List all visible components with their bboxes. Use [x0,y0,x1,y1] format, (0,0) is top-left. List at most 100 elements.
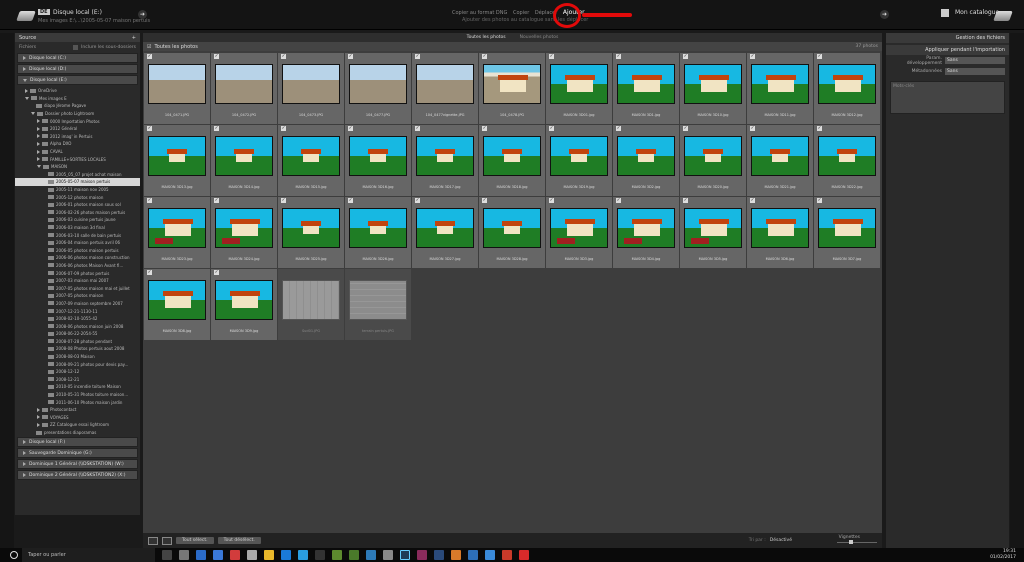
folder-item[interactable]: 2007-03 maison mai 2007 [15,277,140,285]
photos-icon[interactable] [196,550,206,560]
folder-item[interactable]: 2006-02-26 photos maison pertuis [15,209,140,217]
photo-thumbnail[interactable] [818,64,876,104]
slider-knob[interactable] [849,540,853,544]
photo-cell[interactable]: ✓ 104_0472.JPG [211,53,277,124]
photo-thumbnail[interactable] [148,136,206,176]
source-disk-icon[interactable] [16,11,36,21]
photo-checkbox[interactable]: ✓ [214,54,219,59]
folder-item[interactable]: FAMILLE+SORTIES LOCALES [15,155,140,163]
photo-cell[interactable]: ✓ MAISON 3D24.jpg [211,197,277,268]
deselect-all-button[interactable]: Tout désélect. [217,537,261,544]
disk-item[interactable]: Disque local (C:) [17,53,138,63]
photo-thumbnail[interactable] [751,136,809,176]
photo-checkbox[interactable]: ✓ [281,198,286,203]
photo-checkbox[interactable]: ✓ [616,126,621,131]
app-icon[interactable] [213,550,223,560]
photo-thumbnail[interactable] [684,208,742,248]
photo-cell[interactable]: ✓ MAISON 3D13.jpg [144,125,210,196]
app-icon[interactable] [468,550,478,560]
photo-cell[interactable]: terrain pertuis.JPG [345,269,411,340]
disclosure-closed-icon[interactable] [23,462,26,467]
folder-item[interactable]: Photocontact [15,406,140,414]
develop-settings-select[interactable]: Sans [945,57,1005,64]
photo-checkbox[interactable]: ✓ [147,270,152,275]
app-icon[interactable] [485,550,495,560]
photo-cell[interactable]: ✓ 104_0478.JPG [479,53,545,124]
photo-cell[interactable]: ✓ MAISON 3D26.jpg [345,197,411,268]
folder-item[interactable]: 2012 imag' in Pertuis [15,133,140,141]
disclosure-icon[interactable] [25,88,28,93]
photo-thumbnail[interactable] [215,136,273,176]
photo-checkbox[interactable]: ✓ [147,198,152,203]
folder-item[interactable]: 2006-03 cuisine pertuis jaune [15,216,140,224]
photo-cell[interactable]: ✓ MAISON 3D17.jpg [412,125,478,196]
app-icon[interactable] [434,550,444,560]
taskbar-search[interactable]: Taper ou parler [22,548,155,562]
folder-item[interactable]: ZZ Catalogue essai lightroom [15,421,140,429]
photo-cell[interactable]: ✓ MAISON 3D20.jpg [680,125,746,196]
folder-item[interactable]: 2006-06 photos maison construction [15,254,140,262]
disk-item[interactable]: Disque local (D:) [17,64,138,74]
file-handling-header[interactable]: Gestion des fichiers [886,33,1009,43]
folder-item[interactable]: 2006-03 maison 3d final [15,224,140,232]
photo-thumbnail[interactable] [349,64,407,104]
pdf-icon[interactable] [519,550,529,560]
photo-cell[interactable]: ✓ MAISON 3D23.jpg [144,197,210,268]
system-clock[interactable]: 19:31 01/02/2017 [990,549,1016,560]
photo-cell[interactable]: ✓ 104_0473.JPG [278,53,344,124]
lightroom-icon[interactable] [400,550,410,560]
folder-item[interactable]: 2008-06 photos maison juin 2008 [15,322,140,330]
photo-cell[interactable]: ✓ MAISON 3D9.jpg [211,269,277,340]
source-panel-header[interactable]: Source + [15,33,140,42]
disk-item[interactable]: Sauvegarde Dominique (G:) [17,448,138,459]
photo-checkbox[interactable]: ✓ [817,198,822,203]
destination-title[interactable]: Mon catalogue [955,9,999,16]
photo-cell[interactable]: ✓ MAISON 3D19.jpg [546,125,612,196]
photo-cell[interactable]: ✓ MAISON 3D4.jpg [613,197,679,268]
app-icon[interactable] [332,550,342,560]
arrow-right-icon[interactable]: ➜ [138,10,147,19]
thumbnail-size-slider[interactable] [837,540,877,544]
photo-cell[interactable]: ✓ MAISON 3D7.jpg [814,197,880,268]
photo-checkbox[interactable]: ✓ [482,198,487,203]
folder-item[interactable]: 2010-05-31 Photos toiture maison... [15,391,140,399]
photo-checkbox[interactable]: ✓ [549,126,554,131]
disclosure-icon[interactable] [37,141,40,146]
folder-item[interactable]: VOYAGES [15,414,140,422]
photo-checkbox[interactable]: ✓ [750,198,755,203]
photo-checkbox[interactable]: ✓ [147,126,152,131]
photo-checkbox[interactable]: ✓ [683,198,688,203]
folder-item[interactable]: CAVAL [15,148,140,156]
photo-checkbox[interactable]: ✓ [214,126,219,131]
photo-checkbox[interactable]: ✓ [214,270,219,275]
folder-item[interactable]: 2007-05 photos maison mai et juillet [15,284,140,292]
folder-item[interactable]: 2005_05_07 projet achat maison [15,171,140,179]
task-view-icon[interactable] [162,550,172,560]
photo-checkbox[interactable]: ✓ [750,54,755,59]
folder-item[interactable]: 2008-08-03 Maison [15,353,140,361]
loupe-view-button[interactable] [162,536,172,545]
disclosure-open-icon[interactable] [23,78,27,82]
folder-item[interactable]: 2005-05-07 maison pertuis [15,178,140,186]
photo-checkbox[interactable]: ✓ [482,126,487,131]
photo-thumbnail[interactable] [483,208,541,248]
photo-checkbox[interactable]: ✓ [750,126,755,131]
folder-item[interactable]: 2008-09-21 photos pour devis pay... [15,360,140,368]
photo-thumbnail[interactable] [617,208,675,248]
folder-item[interactable]: 2006-07-09 photos pertuis [15,269,140,277]
app-icon[interactable] [349,550,359,560]
folder-item[interactable]: 0000 Importation Photos [15,117,140,125]
folder-item[interactable]: 2010-05 incendie toiture Maison [15,383,140,391]
disclosure-icon[interactable] [37,149,40,154]
chrome-icon[interactable] [264,550,274,560]
folder-item[interactable]: diapo Jérome Pagave [15,102,140,110]
photo-thumbnail[interactable] [684,136,742,176]
photo-cell[interactable]: ✓ MAISON 3D8.jpg [144,269,210,340]
photo-thumbnail[interactable] [483,136,541,176]
disclosure-icon[interactable] [37,165,41,169]
folder-item[interactable]: 2006-03-10 salle de bain pertuis [15,231,140,239]
arrow-right-icon[interactable]: ➜ [880,10,889,19]
cortana-icon[interactable] [10,551,18,559]
app-icon[interactable] [417,550,427,560]
folder-item[interactable]: 2006-04 maison pertuis avril 06 [15,239,140,247]
